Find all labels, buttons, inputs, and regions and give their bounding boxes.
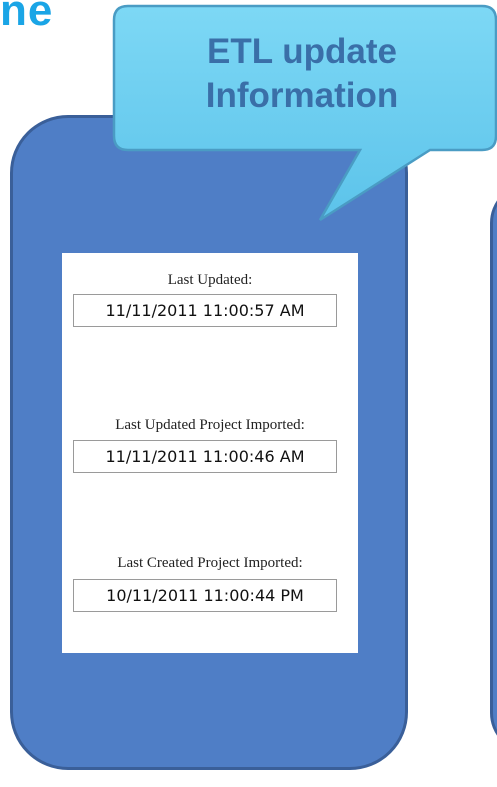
slide: ne ETL update Information Last Updated: … [0, 0, 497, 787]
last-created-project-imported-label: Last Created Project Imported: [117, 555, 303, 571]
last-updated-field: 11/11/2011 11:00:57 AM [73, 294, 337, 327]
right-rounded-panel [490, 183, 497, 753]
callout-title-line1: ETL update [207, 32, 397, 71]
etl-info-card: Last Updated: 11/11/2011 11:00:57 AM Las… [62, 253, 358, 653]
callout-title: ETL update Information [112, 30, 492, 118]
last-updated-project-imported-field: 11/11/2011 11:00:46 AM [73, 440, 337, 473]
callout-title-line2: Information [205, 76, 399, 115]
last-created-project-imported-field: 10/11/2011 11:00:44 PM [73, 579, 337, 612]
last-updated-project-imported-label: Last Updated Project Imported: [115, 417, 305, 433]
last-updated-label: Last Updated: [167, 272, 253, 288]
